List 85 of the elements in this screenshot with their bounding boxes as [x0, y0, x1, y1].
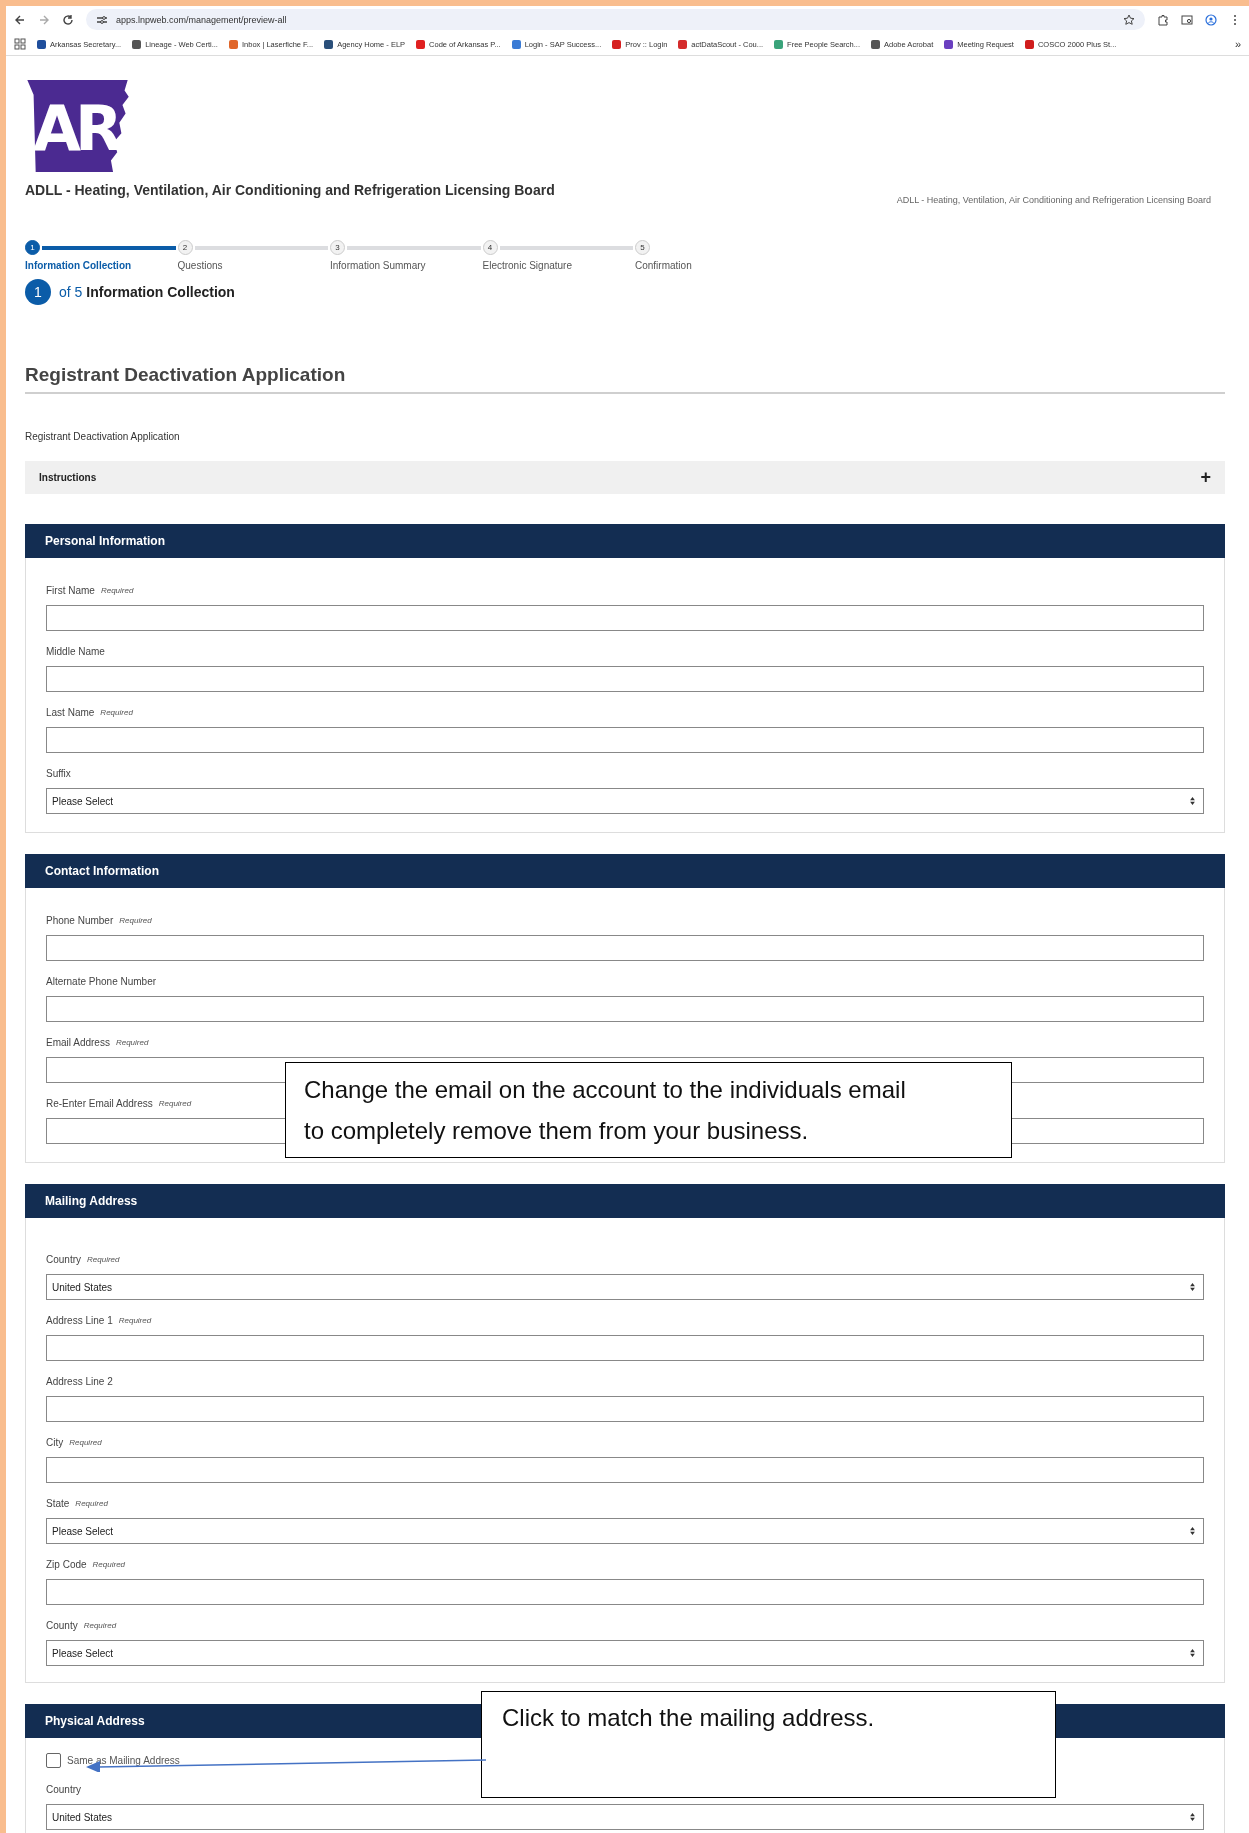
current-step-title: Information Collection [86, 284, 235, 300]
input-field[interactable] [46, 1579, 1204, 1605]
field-label: Address Line 1 [46, 1314, 113, 1328]
required-note: Required [119, 915, 152, 927]
field-label: First Name [46, 584, 95, 598]
input-field[interactable] [46, 605, 1204, 631]
required-note: Required [100, 707, 133, 719]
field-label: Phone Number [46, 914, 114, 928]
input-field[interactable] [46, 1457, 1204, 1483]
step-label[interactable]: Electronic Signature [482, 260, 635, 271]
site-settings-icon [96, 13, 108, 26]
section-header: Mailing Address [25, 1184, 1225, 1218]
url-text: apps.lnpweb.com/management/preview-all [116, 14, 288, 25]
section-header: Personal Information [25, 524, 1225, 558]
board-title: ADLL - Heating, Ventilation, Air Conditioning and Refrigeration Licensing Board [25, 181, 555, 200]
field-label: Alternate Phone Number [46, 975, 157, 989]
step-number[interactable]: 1 [25, 240, 40, 255]
form-description: Registrant Deactivation Application [25, 430, 181, 444]
required-note: Required [87, 1254, 120, 1266]
more-bookmarks-button[interactable]: » [1234, 38, 1241, 50]
field-label: Middle Name [46, 645, 105, 659]
required-note: Required [75, 1498, 108, 1510]
forward-icon[interactable] [38, 13, 50, 26]
required-note: Required [158, 1098, 192, 1110]
step-label[interactable]: Questions [177, 260, 330, 271]
input-field[interactable] [46, 727, 1204, 753]
current-step-number: 1 [25, 279, 51, 305]
select-field[interactable]: Please Select [46, 788, 1204, 814]
field-label: City [46, 1436, 64, 1450]
board-subtitle: ADLL - Heating, Ventilation, Air Conditioning and Refrigeration Licensing Board [896, 195, 1211, 205]
field-label: Zip Code [46, 1558, 87, 1572]
required-note: Required [100, 585, 134, 597]
sort-arrows-icon [1190, 1649, 1195, 1657]
step-label[interactable]: Confirmation [635, 260, 745, 271]
instructions-label: Instructions [39, 472, 97, 483]
sort-arrows-icon [1190, 1813, 1195, 1821]
input-field[interactable] [46, 666, 1204, 692]
profile-icon[interactable] [1205, 13, 1217, 26]
back-icon[interactable] [14, 13, 26, 26]
field-label: Suffix [46, 767, 71, 781]
required-note: Required [92, 1559, 126, 1571]
star-icon[interactable] [1123, 13, 1135, 26]
annotation-tooltip: Click to match the mailing address. [481, 1691, 1056, 1798]
address-bar[interactable]: apps.lnpweb.com/management/preview-all [86, 9, 1145, 30]
field-label: Country [46, 1783, 81, 1797]
step-number[interactable]: 2 [177, 240, 193, 255]
required-note: Required [69, 1437, 102, 1449]
step-count: of 5 [59, 284, 83, 300]
field-label: Address Line 2 [46, 1375, 113, 1389]
logo: AR [25, 80, 130, 172]
input-field[interactable] [46, 996, 1204, 1022]
field-label: Re-Enter Email Address [46, 1097, 153, 1111]
annotation-tooltip: Change the email on the account to the individuals email to completely remove them from your business. [285, 1062, 1012, 1158]
step-number[interactable]: 4 [482, 240, 498, 255]
field-label: County [46, 1619, 78, 1633]
field-label: Country [46, 1253, 81, 1267]
reading-mode-icon[interactable] [1181, 13, 1193, 26]
input-field[interactable] [46, 935, 1204, 961]
select-field[interactable]: Please Select [46, 1518, 1204, 1544]
step-label[interactable]: Information Collection [25, 260, 178, 271]
form-title: Registrant Deactivation Application [25, 363, 1225, 394]
checkbox[interactable] [46, 1752, 61, 1768]
required-note: Required [115, 1037, 149, 1049]
instructions-panel[interactable]: Instructions + [25, 461, 1225, 494]
sort-arrows-icon [1190, 797, 1195, 805]
select-field[interactable]: Please Select [46, 1640, 1204, 1666]
required-note: Required [83, 1620, 117, 1632]
required-note: Required [118, 1315, 152, 1327]
input-field[interactable] [46, 1335, 1204, 1361]
step-number[interactable]: 5 [635, 240, 650, 255]
expand-toggle[interactable]: + [1200, 467, 1211, 488]
input-field[interactable] [46, 1396, 1204, 1422]
select-field[interactable]: United States [46, 1274, 1204, 1300]
step-number[interactable]: 3 [330, 240, 345, 255]
step-label[interactable]: Information Summary [330, 260, 483, 271]
sort-arrows-icon [1190, 1283, 1195, 1291]
reload-icon[interactable] [62, 13, 74, 26]
field-label: State [46, 1497, 70, 1511]
section-header: Contact Information [25, 854, 1225, 888]
field-label: Email Address [46, 1036, 110, 1050]
extensions-icon[interactable] [1157, 13, 1169, 26]
field-label: Last Name [46, 706, 95, 720]
apps-grid-icon[interactable] [14, 38, 26, 50]
sort-arrows-icon [1190, 1527, 1195, 1535]
select-field[interactable]: United States [46, 1804, 1204, 1830]
